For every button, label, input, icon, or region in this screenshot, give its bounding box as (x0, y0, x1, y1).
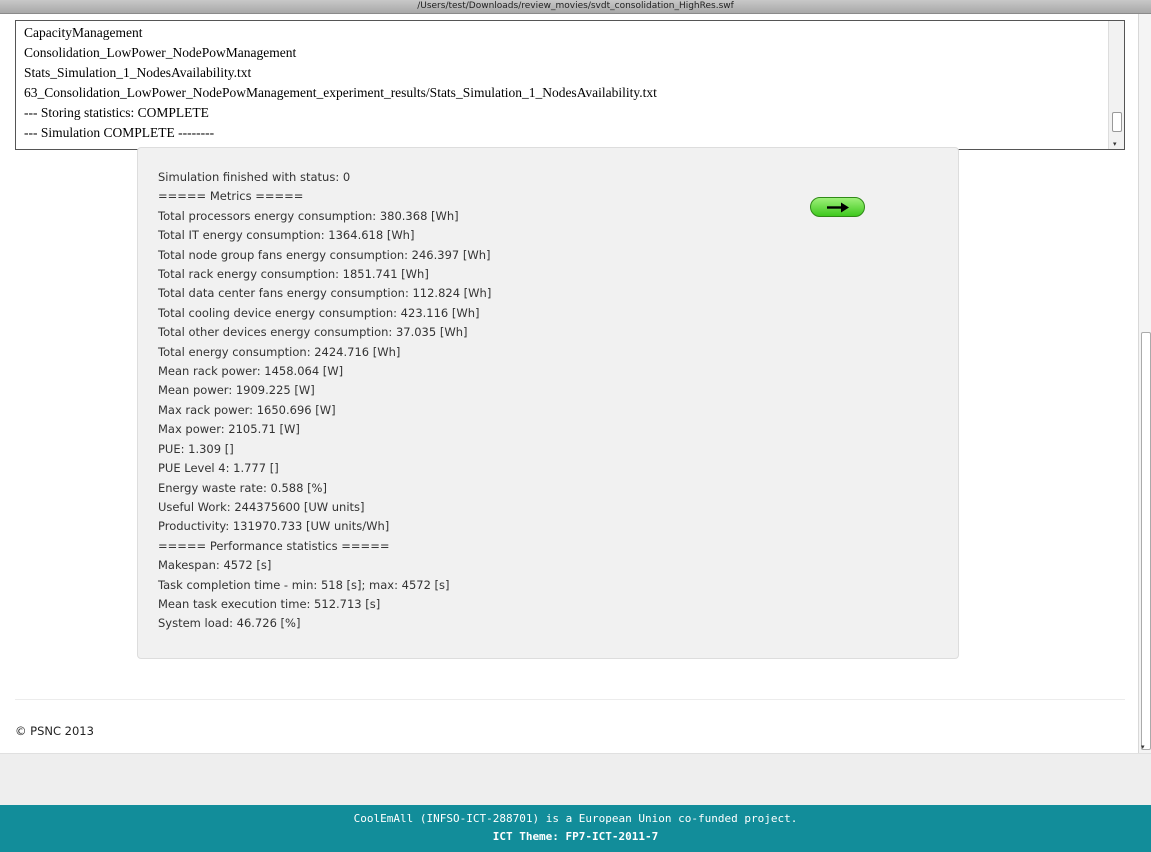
content-divider (15, 699, 1125, 700)
log-line: Stats_Simulation_1_NodesAvailability.txt (24, 65, 252, 80)
log-scroll-thumb[interactable] (1112, 112, 1122, 132)
metric-line: Useful Work: 244375600 [UW units] (158, 499, 365, 514)
metric-line: Mean rack power: 1458.064 [W] (158, 364, 344, 379)
metric-line: PUE: 1.309 [] (158, 441, 234, 456)
results-panel: Simulation finished with status: 0 =====… (137, 147, 959, 659)
metric-line: Total energy consumption: 2424.716 [Wh] (158, 344, 401, 359)
metric-line: Energy waste rate: 0.588 [%] (158, 480, 327, 495)
performance-line: Task completion time - min: 518 [s]; max… (158, 577, 450, 592)
copyright-text: © PSNC 2013 (15, 724, 94, 738)
metric-line: Total data center fans energy consumptio… (158, 286, 492, 301)
metric-line: Total IT energy consumption: 1364.618 [W… (158, 228, 415, 243)
footer-project-text: CoolEmAll (INFSO-ICT-288701) is a Europe… (353, 812, 798, 825)
window-title: /Users/test/Downloads/review_movies/svdt… (417, 1, 734, 11)
performance-line: System load: 46.726 [%] (158, 616, 301, 631)
metric-line: Total processors energy consumption: 380… (158, 208, 459, 223)
log-line: --- Simulation COMPLETE -------- (24, 125, 215, 140)
footer-spacer (0, 753, 1151, 805)
log-scrollbar[interactable]: ▾ (1108, 21, 1124, 149)
window-titlebar: /Users/test/Downloads/review_movies/svdt… (0, 0, 1151, 14)
page-content: CapacityManagement Consolidation_LowPowe… (0, 14, 1151, 753)
metric-line: Productivity: 131970.733 [UW units/Wh] (158, 519, 390, 534)
log-lines: CapacityManagement Consolidation_LowPowe… (24, 23, 1104, 143)
page-scrollbar[interactable]: ▾ (1138, 14, 1151, 753)
arrow-right-icon (827, 202, 849, 213)
metric-line: Max rack power: 1650.696 [W] (158, 402, 336, 417)
metric-line: Total rack energy consumption: 1851.741 … (158, 267, 429, 282)
log-line: 63_Consolidation_LowPower_NodePowManagem… (24, 85, 657, 100)
log-line: Consolidation_LowPower_NodePowManagement (24, 45, 297, 60)
metric-line: Total node group fans energy consumption… (158, 247, 491, 262)
next-button[interactable] (810, 197, 865, 217)
results-text: Simulation finished with status: 0 =====… (158, 168, 491, 634)
metric-line: Total other devices energy consumption: … (158, 325, 468, 340)
status-line: Simulation finished with status: 0 (158, 170, 351, 184)
page-scroll-thumb[interactable] (1141, 332, 1151, 750)
performance-line: Makespan: 4572 [s] (158, 558, 272, 573)
metric-line: Mean power: 1909.225 [W] (158, 383, 315, 398)
app-window: /Users/test/Downloads/review_movies/svdt… (0, 0, 1151, 852)
section-header-performance: ===== Performance statistics ===== (158, 538, 390, 553)
metric-line: PUE Level 4: 1.777 [] (158, 461, 279, 476)
metric-line: Total cooling device energy consumption:… (158, 305, 480, 320)
footer-theme-text: ICT Theme: FP7-ICT-2011-7 (492, 830, 659, 843)
scroll-down-arrow-icon[interactable]: ▾ (1113, 140, 1117, 148)
metric-line: Max power: 2105.71 [W] (158, 422, 300, 437)
performance-line: Mean task execution time: 512.713 [s] (158, 596, 381, 611)
site-footer: CoolEmAll (INFSO-ICT-288701) is a Europe… (0, 805, 1151, 852)
log-line: --- Storing statistics: COMPLETE (24, 105, 209, 120)
log-line: CapacityManagement (24, 25, 143, 40)
section-header-metrics: ===== Metrics ===== (158, 189, 304, 204)
simulation-log[interactable]: CapacityManagement Consolidation_LowPowe… (15, 20, 1125, 150)
scroll-down-arrow-icon[interactable]: ▾ (1141, 743, 1145, 751)
